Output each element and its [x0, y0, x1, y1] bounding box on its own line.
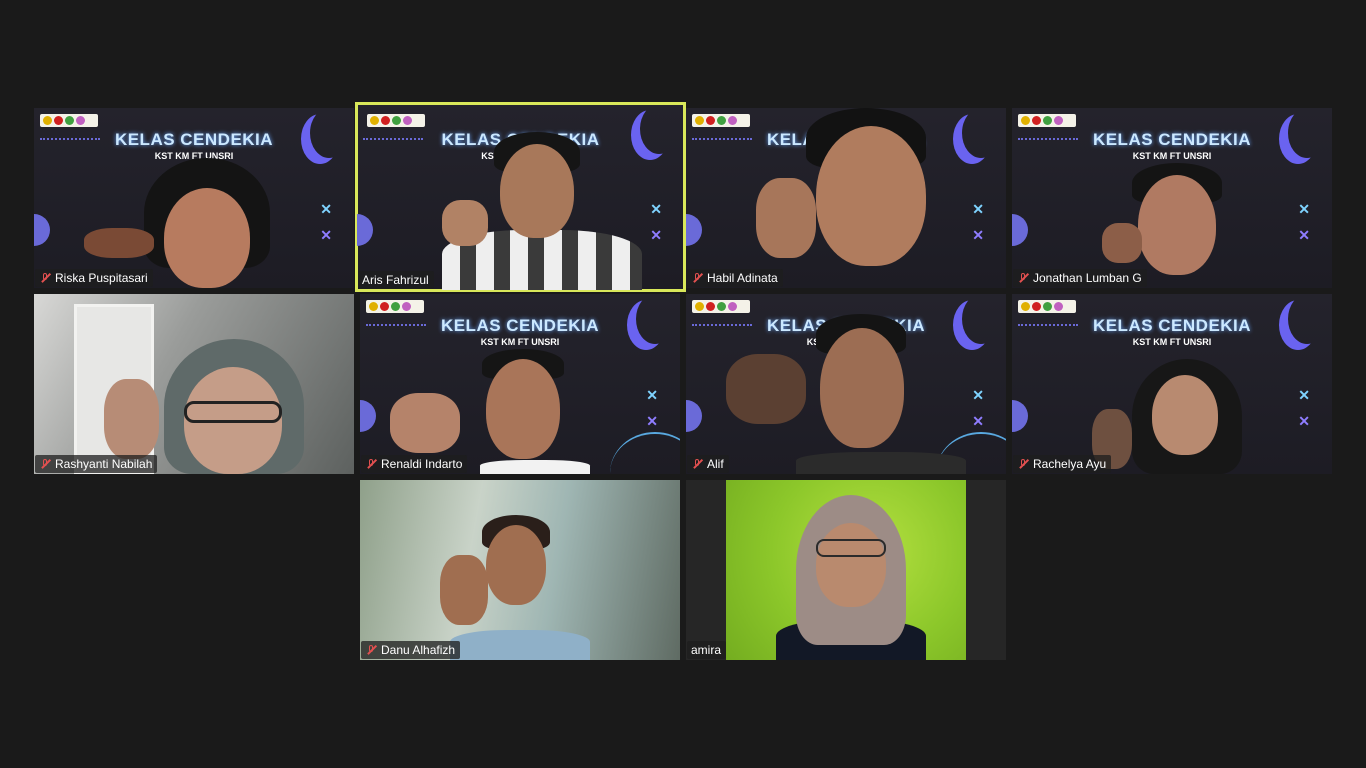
mic-muted-icon [691, 458, 703, 470]
nameplate: Riska Puspitasari [35, 269, 153, 287]
drop-decor [686, 400, 702, 432]
participant-name: Habil Adinata [707, 271, 778, 285]
participant-name: Aris Fahrizul [362, 273, 429, 287]
participant-video [442, 120, 642, 290]
mic-muted-icon [39, 272, 51, 284]
drop-decor [34, 214, 50, 246]
mic-muted-icon [1017, 272, 1029, 284]
participant-name: amira [691, 643, 722, 657]
participant-name: Renaldi Indarto [381, 457, 463, 471]
participant-video [420, 515, 620, 660]
banner-subtitle: KST KM FT UNSRI [480, 337, 560, 347]
x-decor: ✕ ✕ [650, 201, 662, 243]
video-tile-alif[interactable]: KELAS CENDEKIA KST KM FT UNSRI ✕✕ Alif [686, 294, 1006, 474]
banner-title: KELAS CENDEKIA [114, 130, 274, 149]
participant-video [84, 158, 274, 288]
nameplate: Habil Adinata [687, 269, 783, 287]
glasses [184, 401, 282, 423]
moon-decor [310, 108, 348, 158]
moon-decor [640, 104, 678, 154]
nameplate: Renaldi Indarto [361, 455, 468, 473]
banner-subtitle: KST KM FT UNSRI [1132, 151, 1212, 161]
video-tile-renaldi[interactable]: KELAS CENDEKIA KST KM FT UNSRI ✕ ✕ Renald… [360, 294, 680, 474]
moon-decor [962, 294, 1000, 344]
x-decor: ✕ ✕ [1298, 201, 1310, 243]
video-tile-danu[interactable]: Danu Alhafizh [360, 480, 680, 660]
participant-name: Danu Alhafizh [381, 643, 456, 657]
nameplate: Rashyanti Nabilah [35, 455, 158, 473]
participant-name: Jonathan Lumban G [1033, 271, 1142, 285]
participant-name: Alif [707, 457, 724, 471]
x-decor: ✕ ✕ [972, 201, 984, 243]
banner-title: KELAS CENDEKIA [1092, 316, 1252, 335]
banner-title: KELAS CENDEKIA [440, 316, 600, 335]
drop-decor [1012, 400, 1028, 432]
x-decor: ✕ ✕ [1298, 387, 1310, 429]
video-tile-jonathan[interactable]: KELAS CENDEKIA KST KM FT UNSRI ✕ ✕ Jonath… [1012, 108, 1332, 288]
logos [1018, 114, 1076, 127]
x-decor: ✕ ✕ [320, 201, 332, 243]
participant-name: Riska Puspitasari [55, 271, 148, 285]
nameplate: Jonathan Lumban G [1013, 269, 1147, 287]
participant-name: Rashyanti Nabilah [55, 457, 153, 471]
x-decor: ✕ ✕ [972, 387, 984, 429]
arc-decor [610, 432, 680, 474]
mic-muted-icon [691, 272, 703, 284]
mic-muted-icon [365, 458, 377, 470]
video-tile-rashyanti[interactable]: Rashyanti Nabilah [34, 294, 354, 474]
logos [1018, 300, 1076, 313]
moon-decor [636, 294, 674, 344]
video-tile-habil[interactable]: KELAS CENDEKIA ✕✕ Habil Adinata [686, 108, 1006, 288]
mic-muted-icon [365, 644, 377, 656]
video-tile-rachelya[interactable]: KELAS CENDEKIA KST KM FT UNSRI ✕ ✕ Rachel… [1012, 294, 1332, 474]
nameplate: Aris Fahrizul [358, 271, 434, 289]
banner-subtitle: KST KM FT UNSRI [1132, 337, 1212, 347]
logos [366, 300, 424, 313]
participant-video [104, 339, 324, 474]
drop-decor [686, 214, 702, 246]
glasses [816, 539, 886, 557]
x-decor: ✕ ✕ [646, 387, 658, 429]
nameplate: Danu Alhafizh [361, 641, 461, 659]
logos [692, 300, 750, 313]
mic-muted-icon [39, 458, 51, 470]
mic-muted-icon [1017, 458, 1029, 470]
moon-decor [1288, 294, 1326, 344]
moon-decor [1288, 108, 1326, 158]
video-tile-amira[interactable]: amira [686, 480, 1006, 660]
nameplate: amira [687, 641, 727, 659]
video-tile-riska[interactable]: KELAS CENDEKIA KST KM FT UNSRI ✕ ✕ Riska … [34, 108, 354, 288]
logos [40, 114, 98, 127]
drop-decor [357, 214, 373, 246]
participant-video [756, 108, 966, 288]
participant-video [726, 480, 966, 660]
logos [692, 114, 750, 127]
video-tile-aris[interactable]: KELAS CENDEKIA KST KM FT UNSRI ✕✕ Aris F… [355, 102, 686, 292]
moon-decor [962, 108, 1000, 158]
participant-video [726, 314, 966, 474]
drop-decor [360, 400, 376, 432]
banner-title: KELAS CENDEKIA [1092, 130, 1252, 149]
nameplate: Alif [687, 455, 729, 473]
participant-video [1092, 359, 1262, 474]
logos [367, 114, 425, 127]
nameplate: Rachelya Ayu [1013, 455, 1112, 473]
participant-name: Rachelya Ayu [1033, 457, 1107, 471]
drop-decor [1012, 214, 1028, 246]
